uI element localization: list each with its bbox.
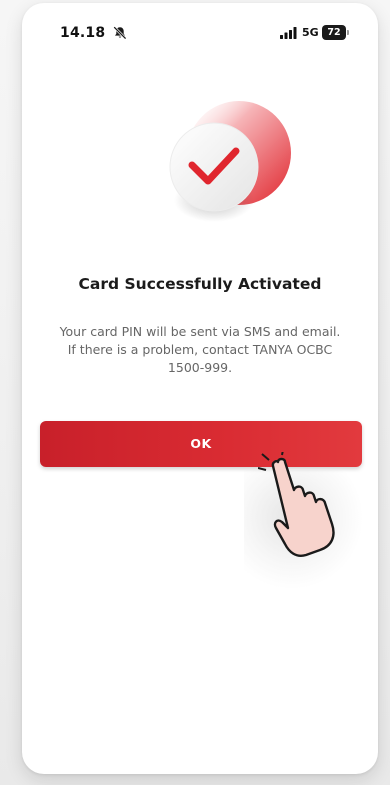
hand-pointer-icon <box>258 452 335 557</box>
status-time: 14.18 <box>60 25 106 41</box>
status-bar: 14.18 5G 72 <box>22 3 378 61</box>
message-line-3: 1500-999. <box>167 360 233 375</box>
mute-bell-icon <box>113 26 127 40</box>
network-type: 5G <box>302 26 319 39</box>
page-title: Card Successfully Activated <box>78 275 322 293</box>
info-message: Your card PIN will be sent via SMS and e… <box>36 323 364 377</box>
battery-icon: 72 <box>322 25 349 40</box>
checkmark-icon <box>169 101 291 222</box>
phone-frame: 14.18 5G 72 Card Successfully Activated … <box>22 3 378 774</box>
signal-bars-icon <box>280 27 297 39</box>
screen: 14.18 5G 72 Card Successfully Activated … <box>0 0 390 785</box>
message-line-2: If there is a problem, contact TANYA OCB… <box>67 342 333 357</box>
message-line-1: Your card PIN will be sent via SMS and e… <box>59 324 341 339</box>
